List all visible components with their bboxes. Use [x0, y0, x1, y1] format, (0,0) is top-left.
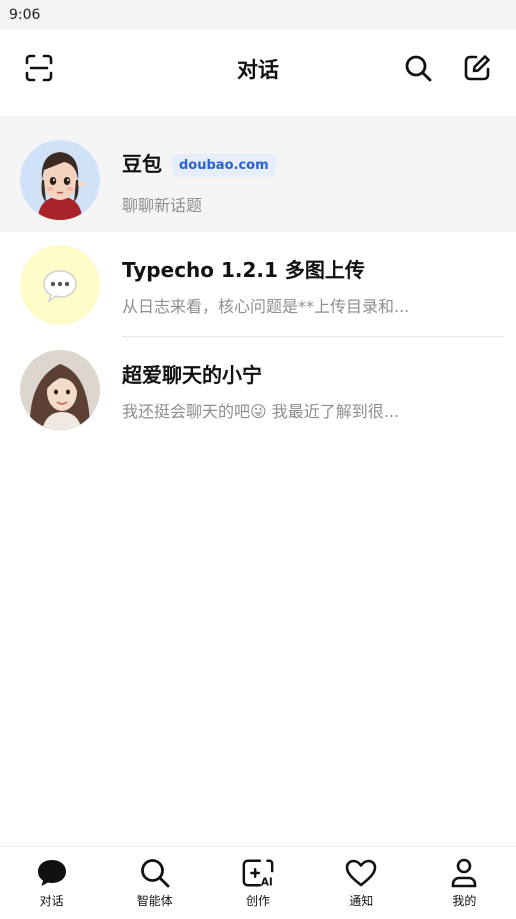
status-time: 9:06 — [9, 7, 41, 23]
chat-name: 豆包 doubao.com — [122, 148, 276, 177]
svg-text:AI: AI — [261, 876, 273, 888]
compose-icon[interactable] — [460, 51, 494, 85]
chat-preview: 聊聊新话题 — [122, 196, 203, 215]
girl-avatar — [20, 350, 100, 430]
chat-name: Typecho 1.2.1 多图上传 — [122, 258, 365, 282]
page-title: 对话 — [237, 58, 279, 82]
chat-icon — [35, 857, 69, 889]
chat-bubble-avatar — [20, 245, 100, 325]
nav-label: 创作 — [246, 894, 271, 908]
heart-icon — [344, 857, 378, 889]
search-icon — [138, 857, 172, 889]
chat-preview: 从日志来看，核心问题是**上传目录和... — [122, 297, 410, 316]
domain-badge: doubao.com — [172, 154, 276, 177]
nav-item-chat[interactable]: 对话 — [0, 847, 103, 919]
screen: 9:06 对话 豆包 doubao.com 聊聊新话题 Typecho 1.2.… — [0, 0, 516, 919]
nav-label: 智能体 — [136, 894, 173, 908]
chat-item-xiaoning[interactable]: 超爱聊天的小宁 我还挺会聊天的吧😜 我最近了解到很... — [0, 337, 516, 442]
nav-item-agents[interactable]: 智能体 — [103, 847, 206, 919]
chat-item-typecho[interactable]: Typecho 1.2.1 多图上传 从日志来看，核心问题是**上传目录和... — [0, 232, 516, 337]
search-icon[interactable] — [401, 51, 435, 85]
header: 对话 — [0, 30, 516, 116]
chat-name: 超爱聊天的小宁 — [122, 363, 262, 387]
chat-list: 豆包 doubao.com 聊聊新话题 Typecho 1.2.1 多图上传 从日… — [0, 116, 516, 442]
chat-name-text: 豆包 — [122, 152, 162, 176]
status-bar: 9:06 — [0, 0, 516, 30]
nav-item-me[interactable]: 我的 — [413, 847, 516, 919]
nav-item-create[interactable]: AI 创作 — [206, 847, 309, 919]
nav-item-notify[interactable]: 通知 — [310, 847, 413, 919]
bottom-nav: 对话 智能体 AI 创作 通知 我的 — [0, 846, 516, 919]
nav-label: 通知 — [349, 894, 374, 908]
profile-icon — [447, 857, 481, 889]
doubao-avatar — [20, 140, 100, 220]
chat-preview: 我还挺会聊天的吧😜 我最近了解到很... — [122, 402, 400, 421]
create-ai-icon: AI — [241, 857, 275, 889]
chat-item-doubao[interactable]: 豆包 doubao.com 聊聊新话题 — [0, 116, 516, 232]
nav-label: 我的 — [452, 894, 477, 908]
nav-label: 对话 — [39, 894, 64, 908]
